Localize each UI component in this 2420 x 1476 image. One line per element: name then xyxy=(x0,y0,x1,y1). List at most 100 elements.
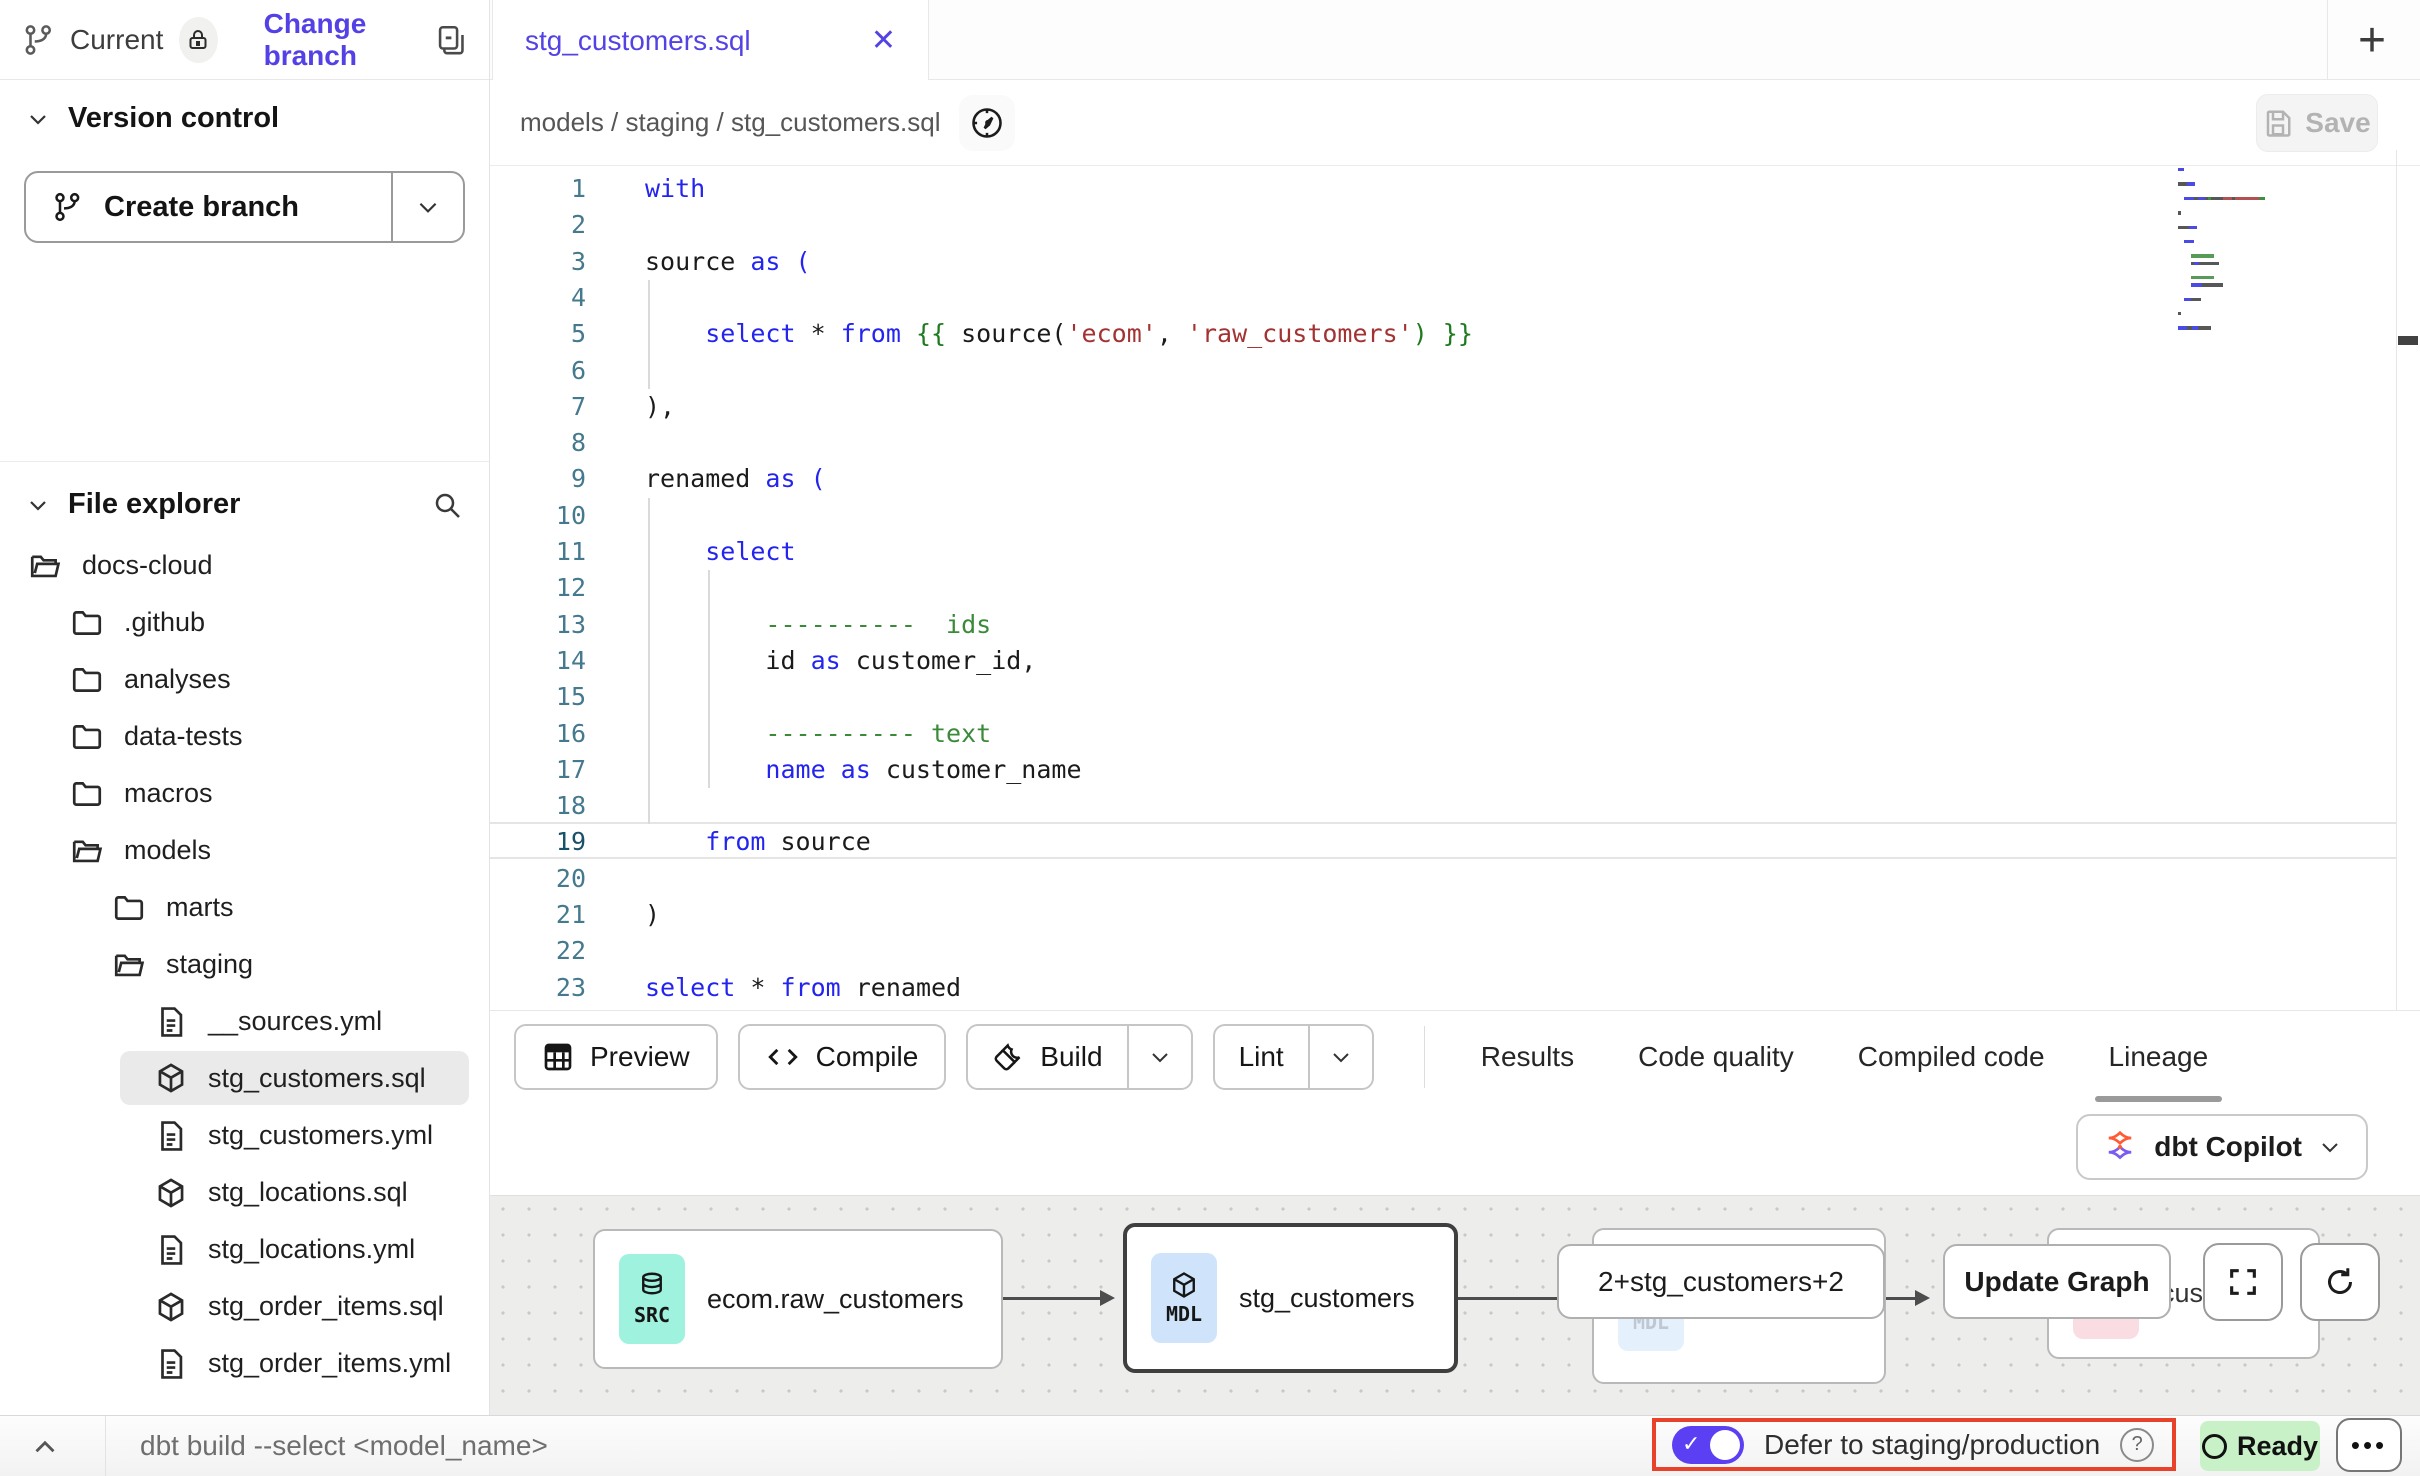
code-text xyxy=(592,570,645,606)
close-icon[interactable]: ✕ xyxy=(871,23,896,58)
copy-icon[interactable] xyxy=(433,23,467,57)
code-text xyxy=(592,933,645,969)
lineage-node-stg-customers[interactable]: MDL stg_customers xyxy=(1123,1223,1458,1373)
dbt-copilot-button[interactable]: dbt Copilot xyxy=(2076,1114,2368,1180)
line-number: 8 xyxy=(490,425,592,461)
more-options-button[interactable]: ••• xyxy=(2336,1418,2402,1472)
lint-label: Lint xyxy=(1239,1041,1284,1073)
sidebar: Current Change branch Version control Cr… xyxy=(0,0,490,1415)
file-label: docs-cloud xyxy=(82,550,213,581)
code-editor[interactable]: 1with23source as (45 select * from {{ so… xyxy=(490,166,2396,1010)
file-tree-item-stg-order-items-sql[interactable]: stg_order_items.sql xyxy=(0,1278,489,1335)
file-tree-item-staging[interactable]: staging xyxy=(0,936,489,993)
line-number: 14 xyxy=(490,643,592,679)
defer-toggle[interactable]: ✓ xyxy=(1672,1426,1744,1464)
line-number: 10 xyxy=(490,498,592,534)
file-tree-item-models[interactable]: models xyxy=(0,822,489,879)
update-graph-button[interactable]: Update Graph xyxy=(1943,1244,2171,1319)
line-number: 7 xyxy=(490,389,592,425)
save-button[interactable]: Save xyxy=(2256,94,2378,152)
file-label: stg_customers.yml xyxy=(208,1120,433,1151)
tab-compiled-code[interactable]: Compiled code xyxy=(1826,1011,2077,1102)
badge-label: MDL xyxy=(1166,1302,1202,1326)
code-text xyxy=(592,679,645,715)
file-label: analyses xyxy=(124,664,231,695)
lint-caret[interactable] xyxy=(1310,1026,1372,1088)
search-icon[interactable] xyxy=(431,489,463,521)
line-number: 19 xyxy=(490,824,592,860)
code-text: ), xyxy=(592,389,675,425)
code-text xyxy=(592,498,645,534)
lineage-canvas[interactable]: SRC ecom.raw_customers MDL stg_customers… xyxy=(490,1195,2420,1415)
file-tree-item-stg-customers-sql[interactable]: stg_customers.sql xyxy=(120,1051,469,1105)
file-tree-item--github[interactable]: .github xyxy=(0,594,489,651)
code-line: 12 xyxy=(490,570,645,606)
code-text: renamed as ( xyxy=(592,461,826,497)
line-number: 17 xyxy=(490,752,592,788)
lineage-filter-input[interactable]: 2+stg_customers+2 xyxy=(1557,1244,1885,1319)
new-tab-button[interactable]: + xyxy=(2346,14,2398,66)
code-line: 21) xyxy=(490,897,660,933)
tab-lineage[interactable]: Lineage xyxy=(2077,1011,2241,1102)
file-tree-item-stg-customers-yml[interactable]: stg_customers.yml xyxy=(0,1107,489,1164)
tab-code-quality[interactable]: Code quality xyxy=(1606,1011,1826,1102)
chevron-down-icon[interactable] xyxy=(26,493,50,517)
code-text: select * from {{ source('ecom', 'raw_cus… xyxy=(592,316,1473,352)
create-branch-caret[interactable] xyxy=(393,173,463,241)
minimap[interactable] xyxy=(2178,168,2390,340)
refresh-icon xyxy=(2322,1264,2358,1300)
file-explorer-header: File explorer xyxy=(0,462,489,531)
fullscreen-button[interactable] xyxy=(2203,1243,2283,1321)
dbt-cloud-ide: Current Change branch Version control Cr… xyxy=(0,0,2420,1476)
lint-button[interactable]: Lint xyxy=(1215,1026,1308,1088)
lineage-node-ecom-raw-customers[interactable]: SRC ecom.raw_customers xyxy=(593,1229,1003,1369)
line-number: 15 xyxy=(490,679,592,715)
preview-button[interactable]: Preview xyxy=(514,1024,718,1090)
file-tree-item-analyses[interactable]: analyses xyxy=(0,651,489,708)
lineage-edge xyxy=(1886,1297,1918,1300)
file-tree-item-stg-locations-yml[interactable]: stg_locations.yml xyxy=(0,1221,489,1278)
file-tree-item-docs-cloud[interactable]: docs-cloud xyxy=(0,537,489,594)
line-number: 3 xyxy=(490,244,592,280)
folder-icon xyxy=(70,663,104,697)
file-tree-item--sources-yml[interactable]: __sources.yml xyxy=(0,993,489,1050)
build-button[interactable]: Build xyxy=(968,1026,1126,1088)
file-tree-item-stg-order-items-yml[interactable]: stg_order_items.yml xyxy=(0,1335,489,1392)
file-label: data-tests xyxy=(124,721,243,752)
build-caret[interactable] xyxy=(1129,1026,1191,1088)
file-label: stg_customers.sql xyxy=(208,1063,426,1094)
status-badge-ready[interactable]: Ready xyxy=(2200,1421,2320,1471)
save-label: Save xyxy=(2305,107,2370,139)
file-tree-item-marts[interactable]: marts xyxy=(0,879,489,936)
scrollbar-thumb[interactable] xyxy=(2398,336,2418,345)
tab-stg-customers-sql[interactable]: stg_customers.sql ✕ xyxy=(492,0,929,81)
line-number: 5 xyxy=(490,316,592,352)
code-line: 11 select xyxy=(490,534,796,570)
create-branch-button[interactable]: Create branch xyxy=(24,171,465,243)
editor-right-divider xyxy=(2396,150,2397,1010)
help-icon[interactable]: ? xyxy=(2120,1428,2154,1462)
tab-results[interactable]: Results xyxy=(1449,1011,1606,1102)
change-branch-link[interactable]: Change branch xyxy=(264,8,433,72)
file-tree-item-stg-locations-sql[interactable]: stg_locations.sql xyxy=(0,1164,489,1221)
file-tree-item-data-tests[interactable]: data-tests xyxy=(0,708,489,765)
lineage-edge xyxy=(1458,1297,1562,1300)
compass-icon[interactable] xyxy=(959,95,1015,151)
file-label: marts xyxy=(166,892,234,923)
line-number: 21 xyxy=(490,897,592,933)
version-control-section: Version control Create branch xyxy=(0,80,489,462)
code-line: 20 xyxy=(490,861,645,897)
build-label: Build xyxy=(1040,1041,1102,1073)
refresh-button[interactable] xyxy=(2300,1243,2380,1321)
file-icon xyxy=(154,1005,188,1039)
chevron-up-icon[interactable] xyxy=(28,1430,62,1464)
code-line: 9renamed as ( xyxy=(490,461,826,497)
ready-label: Ready xyxy=(2237,1431,2318,1462)
command-input[interactable]: dbt build --select <model_name> xyxy=(140,1430,548,1462)
code-text: id as customer_id, xyxy=(592,643,1036,679)
compile-button[interactable]: Compile xyxy=(738,1024,947,1090)
chevron-down-icon[interactable] xyxy=(26,107,50,131)
file-tree-item-macros[interactable]: macros xyxy=(0,765,489,822)
line-number: 20 xyxy=(490,861,592,897)
breadcrumb-row: models / staging / stg_customers.sql Sav… xyxy=(490,80,2420,166)
